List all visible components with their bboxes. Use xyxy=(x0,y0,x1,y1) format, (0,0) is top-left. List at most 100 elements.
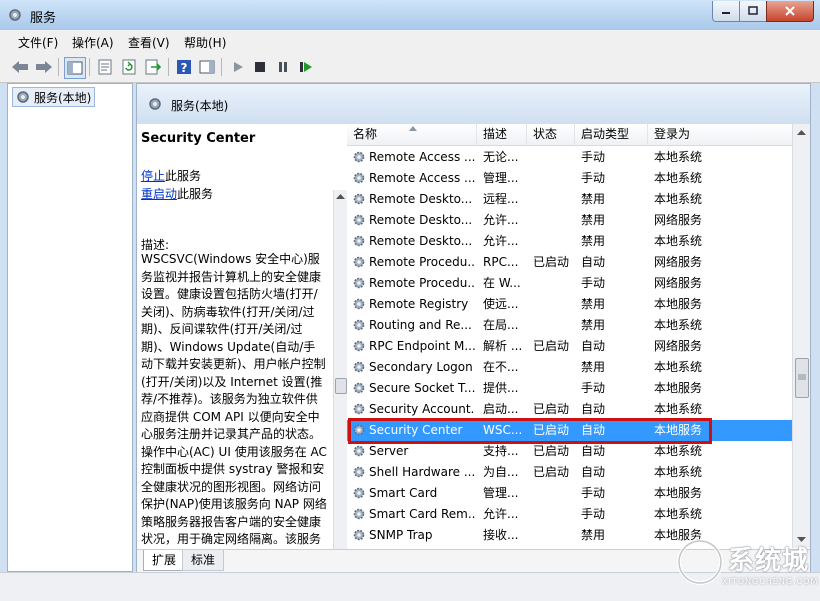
menu-action[interactable]: 操作(A) xyxy=(72,34,114,51)
maximize-button[interactable] xyxy=(739,1,767,22)
restart-service-button[interactable] xyxy=(296,57,316,77)
back-arrow-icon xyxy=(12,61,28,73)
tab-extended[interactable]: 扩展 xyxy=(143,550,186,571)
service-startup-cell: 禁用 xyxy=(581,192,606,206)
column-logon-header[interactable]: 登录为 xyxy=(648,124,792,145)
toolbar-separator xyxy=(168,58,169,76)
column-status-header[interactable]: 状态 xyxy=(527,124,575,145)
stop-service-link[interactable]: 停止 xyxy=(141,169,165,183)
service-desc-cell: 管理... xyxy=(483,171,519,185)
back-button[interactable] xyxy=(10,57,30,77)
service-logon-cell: 本地系统 xyxy=(654,465,703,479)
service-row[interactable]: Secondary Logon 在不... 禁用 本地系统 xyxy=(347,357,792,378)
service-desc-cell: 无论... xyxy=(483,150,519,164)
properties-page-icon xyxy=(98,59,112,75)
service-status-cell: 已启动 xyxy=(533,255,570,269)
service-name-cell: Routing and Re... xyxy=(369,318,472,332)
service-logon-cell: 本地系统 xyxy=(654,360,703,374)
scroll-thumb[interactable] xyxy=(795,358,809,398)
pane-header-title: 服务(本地) xyxy=(171,99,229,113)
properties-button[interactable] xyxy=(95,57,115,77)
tab-standard[interactable]: 标准 xyxy=(182,550,225,571)
service-logon-cell: 本地系统 xyxy=(654,444,703,458)
service-status-cell: 已启动 xyxy=(533,444,570,458)
service-name-cell: Shell Hardware ... xyxy=(369,465,475,479)
pause-service-button[interactable] xyxy=(273,57,293,77)
service-gear-icon xyxy=(353,277,365,289)
stop-service-button[interactable] xyxy=(250,57,270,77)
service-gear-icon xyxy=(353,172,365,184)
service-startup-cell: 手动 xyxy=(581,276,606,290)
service-row[interactable]: Shell Hardware ... 为自... 已启动 自动 本地系统 xyxy=(347,462,792,483)
export-list-button[interactable] xyxy=(143,57,163,77)
service-gear-icon xyxy=(353,298,365,310)
service-name-cell: Remote Deskto... xyxy=(369,192,473,206)
service-row[interactable]: Routing and Re... 在局... 禁用 本地系统 xyxy=(347,315,792,336)
menu-view[interactable]: 查看(V) xyxy=(128,34,170,51)
service-row[interactable]: RPC Endpoint M... 解析 ... 已启动 自动 网络服务 xyxy=(347,336,792,357)
service-logon-cell: 本地系统 xyxy=(654,318,703,332)
service-startup-cell: 手动 xyxy=(581,381,606,395)
toolbar-separator xyxy=(58,58,59,76)
service-name-heading: Security Center xyxy=(141,131,256,146)
show-action-pane-button[interactable] xyxy=(197,57,217,77)
column-description-header[interactable]: 描述 xyxy=(477,124,527,145)
console-tree-button[interactable] xyxy=(64,57,86,79)
menu-file[interactable]: 文件(F) xyxy=(18,34,58,51)
column-label: 状态 xyxy=(533,127,558,141)
export-list-icon xyxy=(145,59,161,75)
service-row[interactable]: Remote Procedu... RPC... 已启动 自动 网络服务 xyxy=(347,252,792,273)
service-logon-cell: 本地系统 xyxy=(654,171,703,185)
service-name-cell: Secondary Logon xyxy=(369,360,473,374)
service-gear-icon xyxy=(353,340,365,352)
column-startup-type-header[interactable]: 启动类型 xyxy=(575,124,648,145)
service-logon-cell: 本地系统 xyxy=(654,192,703,206)
help-button[interactable]: ? xyxy=(174,57,194,77)
service-name-cell: Smart Card xyxy=(369,486,438,500)
service-gear-icon xyxy=(353,403,365,415)
service-name-cell: Secure Socket T... xyxy=(369,381,475,395)
service-row[interactable]: Remote Deskto... 远程... 禁用 本地系统 xyxy=(347,189,792,210)
description-scrollbar[interactable] xyxy=(333,190,347,588)
restart-service-link[interactable]: 重启动 xyxy=(141,187,177,201)
scroll-up-icon xyxy=(797,130,806,135)
tree-item-label: 服务(本地) xyxy=(34,90,92,105)
forward-arrow-icon xyxy=(36,61,52,73)
console-tree-icon xyxy=(67,61,83,75)
service-name-cell: Remote Access ... xyxy=(369,150,475,164)
service-row[interactable]: Smart Card Rem... 允许... 手动 本地系统 xyxy=(347,504,792,525)
service-row[interactable]: Smart Card 管理... 手动 本地服务 xyxy=(347,483,792,504)
title-bar[interactable]: 服务 xyxy=(0,0,820,31)
service-desc-cell: 在 W... xyxy=(483,276,521,290)
service-row[interactable]: Security Account... 启动... 已启动 自动 本地系统 xyxy=(347,399,792,420)
service-row[interactable]: Remote Procedu... 在 W... 手动 网络服务 xyxy=(347,273,792,294)
forward-button[interactable] xyxy=(34,57,54,77)
service-row[interactable]: Remote Deskto... 允许... 禁用 本地系统 xyxy=(347,231,792,252)
start-service-button[interactable] xyxy=(228,57,248,77)
service-desc-cell: 在局... xyxy=(483,318,519,332)
sort-ascending-icon xyxy=(409,126,417,131)
menu-help[interactable]: 帮助(H) xyxy=(184,34,226,51)
service-row[interactable]: Remote Registry 使远... 禁用 本地服务 xyxy=(347,294,792,315)
stop-service-suffix: 此服务 xyxy=(165,169,202,183)
tree-item-services-local[interactable]: 服务(本地) xyxy=(12,87,96,107)
service-startup-cell: 自动 xyxy=(581,465,606,479)
scroll-thumb[interactable] xyxy=(335,378,347,394)
svg-text:?: ? xyxy=(181,61,188,75)
service-startup-cell: 禁用 xyxy=(581,297,606,311)
service-startup-cell: 禁用 xyxy=(581,528,606,542)
service-name-cell: Remote Access ... xyxy=(369,171,475,185)
refresh-button[interactable] xyxy=(119,57,139,77)
service-row[interactable]: Remote Access ... 管理... 手动 本地系统 xyxy=(347,168,792,189)
service-row[interactable]: Remote Deskto... 允许... 禁用 网络服务 xyxy=(347,210,792,231)
pane-header: 服务(本地) xyxy=(137,84,810,125)
service-row[interactable]: Server 支持... 已启动 自动 本地系统 xyxy=(347,441,792,462)
service-name-cell: Remote Deskto... xyxy=(369,234,473,248)
service-row[interactable]: Remote Access ... 无论... 手动 本地系统 xyxy=(347,147,792,168)
service-startup-cell: 自动 xyxy=(581,255,606,269)
minimize-button[interactable] xyxy=(712,1,740,22)
list-scrollbar[interactable] xyxy=(792,124,810,548)
service-row[interactable]: Secure Socket T... 提供... 手动 本地服务 xyxy=(347,378,792,399)
close-button[interactable] xyxy=(766,1,814,22)
service-gear-icon xyxy=(353,361,365,373)
